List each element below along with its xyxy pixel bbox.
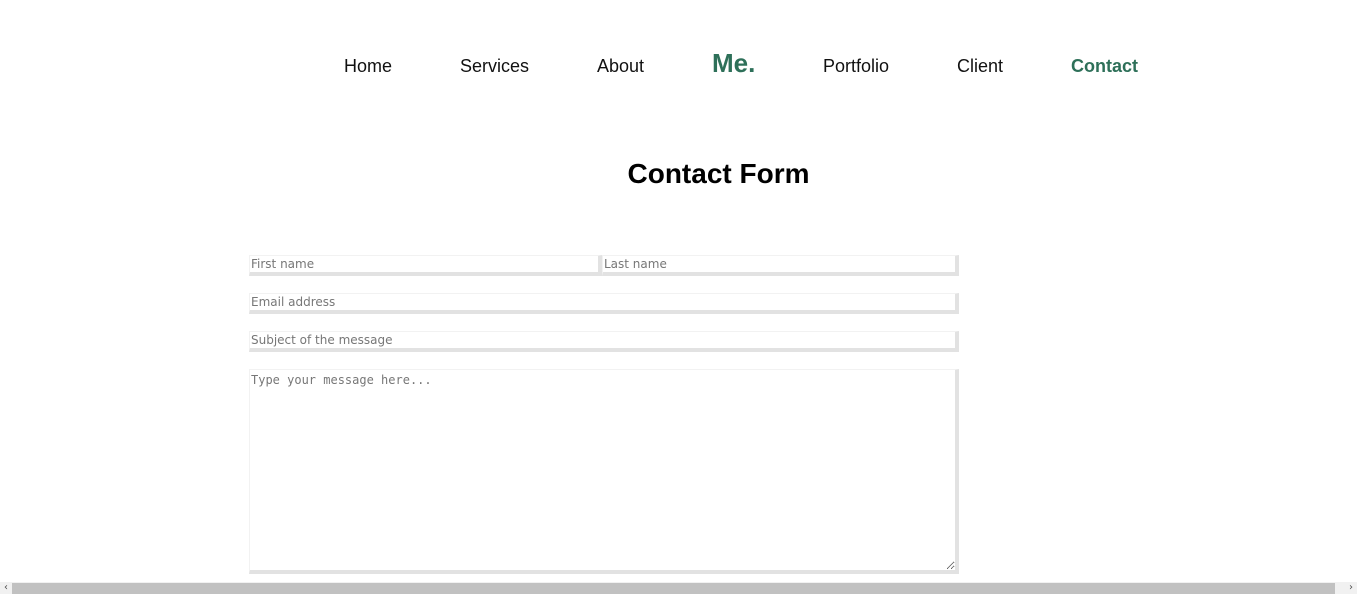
site-logo[interactable]: Me. bbox=[712, 48, 755, 79]
main-navigation: Home Services About Me. Portfolio Client… bbox=[0, 48, 1357, 88]
email-field[interactable] bbox=[249, 293, 959, 314]
message-textarea[interactable] bbox=[249, 369, 959, 574]
subject-field[interactable] bbox=[249, 331, 959, 352]
page-title: Contact Form bbox=[627, 158, 810, 189]
page: Home Services About Me. Portfolio Client… bbox=[0, 0, 1357, 594]
scroll-left-arrow-icon[interactable]: ‹ bbox=[0, 582, 12, 594]
nav-link-about[interactable]: About bbox=[597, 56, 644, 77]
scroll-right-arrow-icon[interactable]: › bbox=[1345, 582, 1357, 594]
nav-link-contact[interactable]: Contact bbox=[1071, 56, 1138, 77]
nav-link-services[interactable]: Services bbox=[460, 56, 529, 77]
nav-link-client[interactable]: Client bbox=[957, 56, 1003, 77]
nav-link-home[interactable]: Home bbox=[344, 56, 392, 77]
nav-link-portfolio[interactable]: Portfolio bbox=[823, 56, 889, 77]
first-name-field[interactable] bbox=[249, 255, 602, 276]
last-name-field[interactable] bbox=[602, 255, 959, 276]
horizontal-scrollbar[interactable]: ‹ › bbox=[0, 582, 1357, 594]
scrollbar-thumb[interactable] bbox=[12, 583, 1335, 594]
